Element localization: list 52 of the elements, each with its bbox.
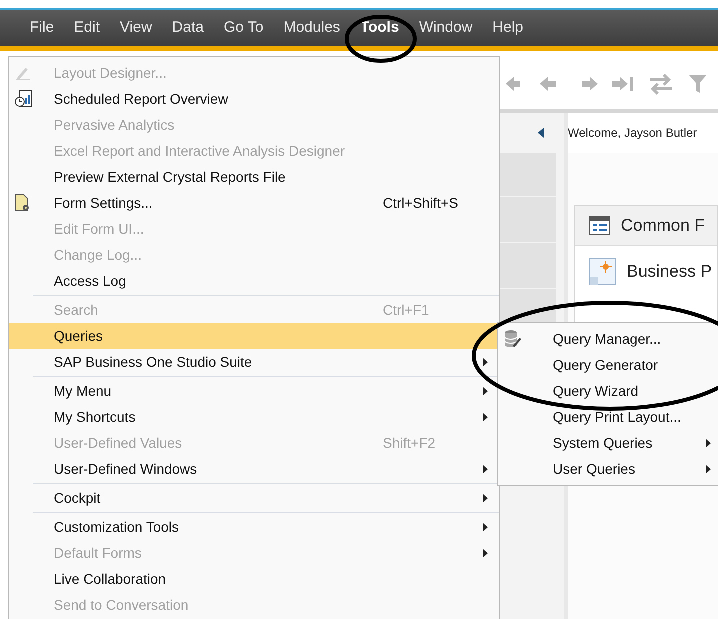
menu-item[interactable]: My Shortcuts (9, 404, 499, 430)
submenu-arrow-icon (483, 358, 488, 366)
shortcut-link[interactable]: Business P (627, 259, 712, 285)
menu-item[interactable]: SAP Business One Studio Suite (9, 349, 499, 375)
previous-record-icon[interactable] (540, 76, 558, 92)
menu-item[interactable]: System Queries (498, 430, 718, 456)
pencil-icon (15, 65, 31, 81)
swap-arrows-icon[interactable] (648, 72, 674, 96)
menu-bar-item[interactable]: Window (419, 16, 473, 40)
submenu-arrow-icon (483, 386, 488, 396)
card-title: Common F (621, 214, 706, 237)
menu-item[interactable]: Customization Tools (9, 514, 499, 540)
nav-tile[interactable] (500, 197, 556, 243)
menu-item[interactable]: Query Wizard (498, 378, 718, 404)
menu-item[interactable]: Scheduled Report Overview (9, 86, 499, 112)
submenu-arrow-icon (483, 548, 488, 558)
submenu-arrow-icon (483, 464, 488, 474)
menu-bar-item[interactable]: View (120, 16, 152, 40)
menu-item[interactable]: Cockpit (9, 485, 499, 511)
menu-item[interactable]: Query Print Layout... (498, 404, 718, 430)
submenu-arrow-icon (706, 438, 711, 448)
menu-bar-item[interactable]: Modules (284, 16, 340, 40)
list-window-icon (589, 216, 611, 236)
document-gear-icon (15, 194, 31, 212)
menu-bar-item[interactable]: Go To (224, 16, 264, 40)
last-record-icon[interactable] (612, 76, 634, 92)
menu-bar-item[interactable]: Help (492, 16, 524, 40)
menu-item[interactable]: Live Collaboration (9, 566, 499, 592)
submenu-arrow-icon (483, 494, 488, 502)
submenu-arrow-icon (706, 464, 711, 474)
menu-bar-item[interactable]: Data (172, 16, 204, 40)
menu-item[interactable]: User-Defined Windows (9, 456, 499, 482)
menu-item[interactable]: Query Generator (498, 352, 718, 378)
menu-bar-item[interactable]: File (30, 16, 54, 40)
report-clock-icon (15, 90, 33, 108)
menu-item[interactable]: Form Settings... Ctrl+Shift+S (9, 190, 499, 216)
menu-bar-item[interactable]: Edit (74, 16, 100, 40)
welcome-text: Welcome, Jayson Butler (568, 125, 698, 142)
menu-item[interactable]: Queries (9, 323, 499, 349)
database-pencil-icon (504, 330, 522, 348)
submenu-arrow-icon (483, 522, 488, 532)
menu-item[interactable]: User Queries (498, 456, 718, 482)
menu-item[interactable]: Preview External Crystal Reports File (9, 164, 499, 190)
menu-item[interactable]: Query Manager... (498, 326, 718, 352)
menu-item[interactable]: My Menu (9, 378, 499, 404)
menu-item[interactable]: Access Log (9, 268, 499, 294)
collapse-arrow-icon[interactable] (538, 128, 544, 138)
nav-tile[interactable] (500, 243, 556, 289)
nav-tile[interactable] (500, 153, 556, 197)
filter-icon[interactable] (688, 73, 708, 95)
next-record-icon[interactable] (580, 76, 598, 92)
submenu-arrow-icon (483, 412, 488, 422)
